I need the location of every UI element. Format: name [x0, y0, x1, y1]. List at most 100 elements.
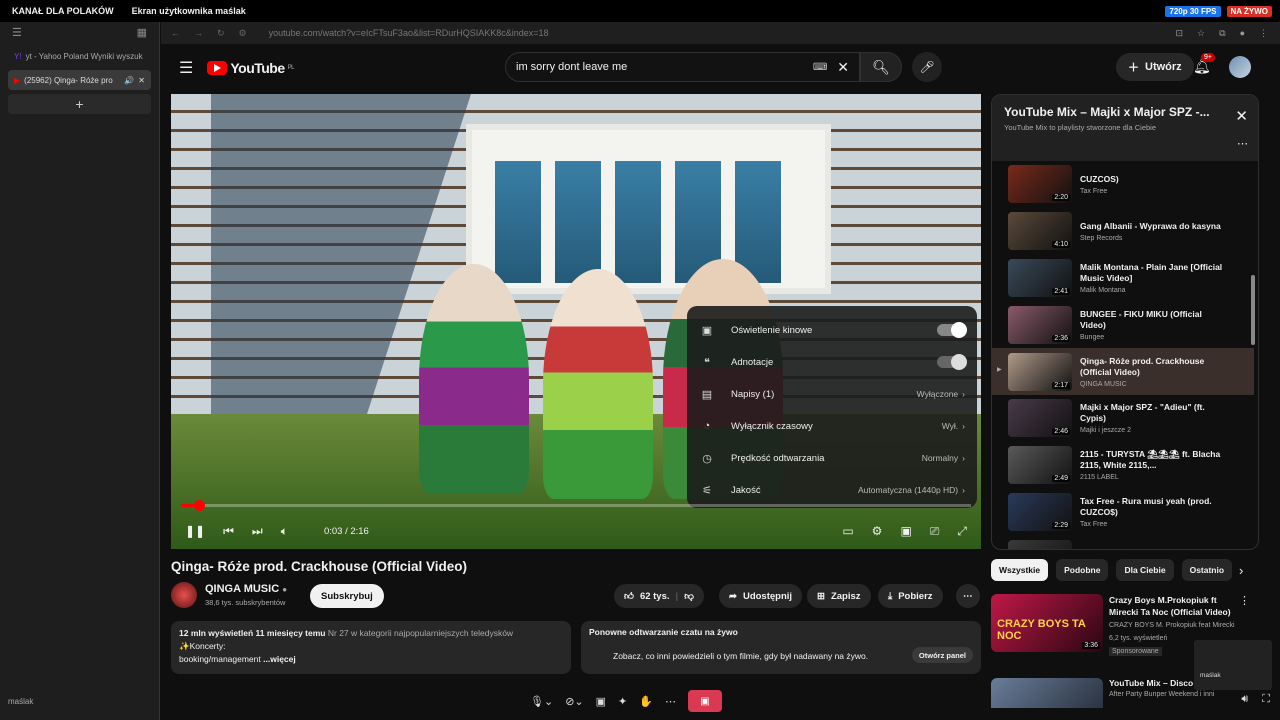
close-playlist-icon[interactable]: ✕	[1235, 107, 1248, 125]
playlist-item[interactable]: 2:20 CUZCOS) Tax Free	[992, 161, 1254, 208]
profile-icon[interactable]: ●	[1240, 28, 1245, 39]
annotations-toggle[interactable]	[937, 354, 967, 370]
account-avatar[interactable]	[1229, 56, 1251, 78]
like-icon[interactable]: 👍︎	[624, 590, 634, 602]
save-button[interactable]: ⊞ Zapisz	[807, 584, 871, 608]
progress-bar[interactable]	[181, 500, 971, 511]
subscribe-button[interactable]: Subskrybuj	[310, 584, 384, 608]
camera-off-icon[interactable]: ⊘⌄	[565, 695, 583, 708]
clear-search-icon[interactable]: ✕	[837, 59, 849, 76]
soundboard-icon[interactable]: ✋	[639, 695, 653, 708]
miniplayer-icon[interactable]: ▣	[900, 524, 911, 539]
reload-icon[interactable]: ↻	[217, 28, 225, 39]
video-player[interactable]: ▣ Oświetlenie kinowe ❝ Adnotacje ▤ Napis…	[171, 94, 981, 549]
hamburger-menu-icon[interactable]: ☰	[179, 58, 193, 78]
like-count[interactable]: 62 tys.	[640, 591, 670, 602]
share-button[interactable]: ➦ Udostępnij	[719, 584, 803, 608]
playlist-item-title[interactable]: Tax Free - Rura musi yeah (prod. CUZCO$)	[1080, 496, 1230, 518]
chat-icon[interactable]: ▣	[596, 695, 606, 708]
playlist-item[interactable]: 2:49 2115 - TURYSTA ⛱⛱⛱ ft. Blacha 2115, …	[992, 442, 1254, 489]
forward-icon[interactable]: →	[194, 28, 203, 39]
playlist-item[interactable]: 2:46 Majki x Major SPZ - "Adieu" (ft. Cyp…	[992, 395, 1254, 442]
fullscreen-icon[interactable]: ⤢	[957, 524, 967, 539]
playlist-item[interactable]: PUSHER x OSKA030 - GZMN (prod. Mercury &…	[992, 535, 1254, 549]
settings-item-quality[interactable]: ⚟ Jakość Automatyczna (1440p HD) ›	[687, 474, 977, 506]
more-options-icon[interactable]: ⋯	[665, 695, 676, 708]
sidebar-tab-youtube[interactable]: ▶ (25962) Qinga- Róże pro 🔊 ✕	[8, 70, 151, 90]
playlist-thumbnail[interactable]: 2:20	[1008, 165, 1072, 204]
open-panel-button[interactable]: Otwórz panel	[911, 647, 973, 663]
pause-icon[interactable]: ❚❚	[185, 524, 205, 538]
install-icon[interactable]: ⊡	[1176, 28, 1184, 39]
playlist-item-title[interactable]: PUSHER x OSKA030 - GZMN (prod. Mercury &…	[1080, 548, 1230, 549]
collapse-sidebar-icon[interactable]: ☰	[12, 26, 22, 39]
playlist-more-icon[interactable]: ⋯	[1237, 137, 1248, 150]
filter-chip[interactable]: Podobne	[1056, 559, 1109, 581]
volume-icon[interactable]: 🔈︎	[281, 524, 288, 539]
create-button[interactable]: ＋ Utwórz	[1116, 53, 1194, 81]
search-button[interactable]: 🔍︎	[860, 52, 902, 82]
activities-icon[interactable]: ✦	[618, 695, 627, 708]
playlist-title[interactable]: YouTube Mix – Majki x Major SPZ -...	[1004, 105, 1224, 119]
rec-thumbnail[interactable]	[991, 678, 1103, 708]
playlist-item-title[interactable]: Majki x Major SPZ - "Adieu" (ft. Cypis)	[1080, 402, 1230, 424]
close-tab-icon[interactable]: ✕	[138, 76, 145, 85]
playlist-item-title[interactable]: Qinga- Róże prod. Crackhouse (Official V…	[1080, 356, 1230, 378]
stream-volume-icon[interactable]: 🔊︎	[1241, 693, 1248, 706]
youtube-logo[interactable]: YouTube PL	[207, 60, 295, 76]
playlist-thumbnail[interactable]	[1008, 539, 1072, 549]
playlist-item[interactable]: 2:36 BUNGEE - FIKU MIKU (Official Video) B…	[992, 301, 1254, 348]
site-settings-icon[interactable]: ⚙	[239, 28, 247, 39]
subtitles-button-icon[interactable]: ▭	[842, 524, 853, 539]
more-actions-button[interactable]: ⋯	[956, 584, 980, 608]
audio-icon[interactable]: 🔊	[124, 76, 134, 85]
back-icon[interactable]: ←	[171, 28, 180, 39]
download-button[interactable]: ⤓ Pobierz	[878, 584, 943, 608]
bookmark-star-icon[interactable]: ☆	[1197, 28, 1205, 39]
show-more-link[interactable]: ...więcej	[263, 654, 296, 664]
playlist-item-title[interactable]: Malik Montana - Plain Jane [Official Mus…	[1080, 262, 1230, 284]
address-bar[interactable]: youtube.com/watch?v=eIcFTsuF3ao&list=RDu…	[269, 28, 549, 38]
channel-avatar[interactable]	[171, 582, 197, 608]
settings-gear-icon[interactable]: ⚙	[872, 524, 883, 539]
playlist-thumbnail[interactable]: 4:10	[1008, 212, 1072, 251]
playlist-scrollbar[interactable]	[1251, 275, 1255, 345]
stream-fullscreen-icon[interactable]: ⛶	[1262, 693, 1270, 706]
playlist-item-title[interactable]: Gang Albanii - Wyprawa do kasyna	[1080, 221, 1230, 232]
channel-name-link[interactable]: QINGA MUSIC ●	[205, 583, 287, 595]
search-input[interactable]: im sorry dont leave me ⌨ ✕	[505, 52, 860, 82]
cinema-toggle[interactable]	[937, 322, 967, 338]
voice-search-button[interactable]: 🎤︎	[912, 52, 942, 82]
settings-item-subtitles[interactable]: ▤ Napisy (1) Wyłączone ›	[687, 378, 977, 410]
chevron-right-icon[interactable]: ›	[1239, 563, 1243, 578]
playlist-thumbnail[interactable]: 2:17	[1008, 352, 1072, 391]
dislike-icon[interactable]: 👎︎	[684, 590, 694, 602]
playlist-thumbnail[interactable]: 2:49	[1008, 446, 1072, 485]
previous-icon[interactable]: ⏮	[223, 524, 234, 539]
rec-thumbnail[interactable]: CRAZY BOYS TA NOC 3:36	[991, 594, 1103, 652]
microphone-icon[interactable]: 🎙︎⌄	[530, 695, 553, 708]
browser-menu-icon[interactable]: ⋮	[1259, 28, 1268, 39]
tab-grid-icon[interactable]: ▦	[137, 26, 147, 39]
playlist-item-title[interactable]: 2115 - TURYSTA ⛱⛱⛱ ft. Blacha 2115, Whit…	[1080, 449, 1230, 471]
extension-icon[interactable]: ⧉	[1219, 28, 1225, 39]
playlist-item[interactable]: 4:10 Gang Albanii - Wyprawa do kasyna Step…	[992, 208, 1254, 255]
filter-chip[interactable]: Ostatnio	[1181, 559, 1233, 581]
playlist-thumbnail[interactable]: 2:36	[1008, 305, 1072, 344]
playlist-thumbnail[interactable]: 2:46	[1008, 399, 1072, 438]
settings-item-sleep-timer[interactable]: ◔ Wyłącznik czasowy Wył. ›	[687, 410, 977, 442]
rec-title[interactable]: Crazy Boys M.Prokopiuk ft Mirecki Ta Noc…	[1109, 594, 1239, 618]
sidebar-tab-yahoo[interactable]: Y! yt - Yahoo Poland Wyniki wyszuk	[8, 46, 151, 66]
playlist-item-title[interactable]: CUZCOS)	[1080, 174, 1230, 185]
playlist-thumbnail[interactable]: 2:29	[1008, 492, 1072, 531]
end-stream-button[interactable]: ▣	[687, 690, 722, 712]
playlist-item[interactable]: ▶ 2:17 Qinga- Róże prod. Crackhouse (Offic…	[992, 348, 1254, 395]
settings-item-annotations[interactable]: ❝ Adnotacje	[687, 346, 977, 378]
settings-item-speed[interactable]: ◷ Prędkość odtwarzania Normalny ›	[687, 442, 977, 474]
keyboard-icon[interactable]: ⌨	[813, 62, 827, 73]
playlist-item[interactable]: 2:29 Tax Free - Rura musi yeah (prod. CUZ…	[992, 489, 1254, 536]
playlist-thumbnail[interactable]: 2:41	[1008, 258, 1072, 297]
next-icon[interactable]: ⏭	[252, 524, 263, 539]
cast-icon[interactable]: ⎚	[930, 524, 940, 539]
settings-item-cinema[interactable]: ▣ Oświetlenie kinowe	[687, 314, 977, 346]
